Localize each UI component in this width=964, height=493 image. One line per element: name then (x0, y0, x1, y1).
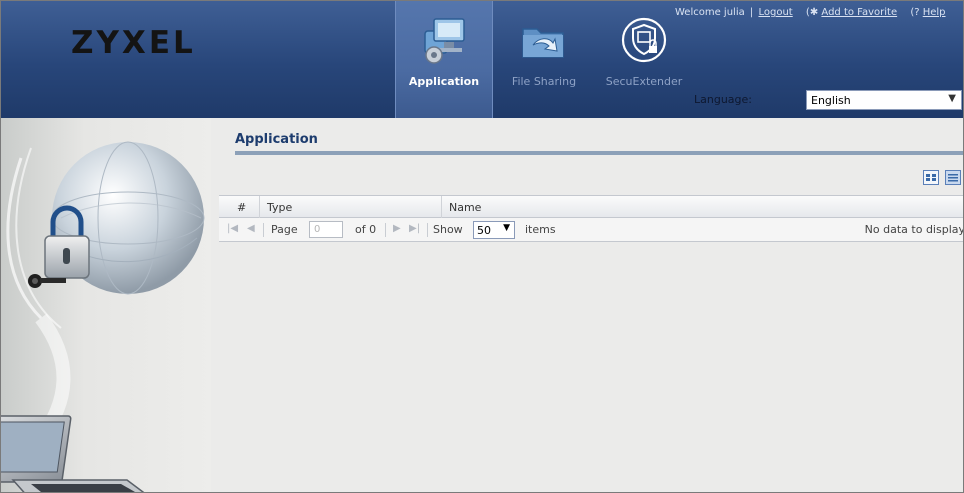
column-header-name[interactable]: Name (449, 201, 481, 214)
list-view-icon[interactable] (944, 170, 961, 185)
column-divider (259, 196, 260, 218)
column-header-number[interactable]: # (237, 201, 246, 214)
first-page-icon[interactable]: |◀ (227, 223, 238, 234)
chevron-down-icon: ▼ (948, 93, 956, 104)
language-label: Language: (694, 93, 752, 106)
show-label: Show (433, 223, 463, 236)
language-selected-value: English (811, 94, 851, 107)
zyxel-logo: ZYXEL (71, 25, 196, 61)
empty-message: No data to display (864, 223, 964, 236)
grid-view-icon[interactable] (923, 170, 939, 185)
globe-lock-laptop-illustration (1, 141, 205, 492)
add-to-favorite-link[interactable]: Add to Favorite (821, 7, 897, 18)
tab-secuextender-label: SecuExtender (605, 75, 683, 88)
view-toggle (921, 170, 961, 185)
secuextender-shield-icon (621, 17, 667, 63)
previous-page-icon[interactable]: ◀ (247, 223, 255, 234)
tab-secuextender[interactable]: SecuExtender (595, 1, 693, 118)
help-icon: (? (910, 7, 920, 18)
title-divider (235, 151, 963, 155)
tab-file-sharing[interactable]: File Sharing (495, 1, 593, 118)
language-select[interactable]: English ▼ (806, 90, 962, 110)
page-size-select[interactable]: 50 ▼ (473, 221, 515, 239)
items-label: items (525, 223, 556, 236)
tab-file-sharing-label: File Sharing (511, 75, 577, 88)
table-header: # Type Name (219, 195, 963, 218)
help-link[interactable]: Help (923, 7, 946, 18)
left-illustration-panel (1, 118, 211, 492)
link-separator: | (749, 7, 754, 18)
key-icon (40, 278, 66, 283)
tab-application-label: Application (408, 75, 480, 88)
next-page-icon[interactable]: ▶ (393, 223, 401, 234)
pager-separator (263, 223, 264, 237)
pager-separator (427, 223, 428, 237)
star-icon: ✱ (809, 7, 819, 18)
top-links: Welcome julia | Logout (✱ Add to Favorit… (675, 7, 963, 18)
page-count-label: of 0 (355, 223, 377, 236)
welcome-text: Welcome julia (675, 7, 745, 18)
app-window: ZYXEL Application File Sharing SecuExten… (0, 0, 964, 493)
pager-separator (385, 223, 386, 237)
header-bar: ZYXEL Application File Sharing SecuExten… (1, 1, 963, 118)
page-size-value: 50 (477, 224, 491, 237)
tab-application[interactable]: Application (395, 1, 493, 118)
file-sharing-icon (522, 28, 564, 58)
application-icon (424, 18, 465, 64)
last-page-icon[interactable]: ▶| (409, 223, 420, 234)
chevron-down-icon: ▼ (503, 223, 510, 233)
add-favorite-icon: (✱ (806, 7, 818, 18)
main-content: Application # Type Name |◀ ◀ Page 0 of 0… (211, 118, 964, 492)
column-header-type[interactable]: Type (267, 201, 292, 214)
logout-link[interactable]: Logout (758, 7, 792, 18)
column-divider (441, 196, 442, 218)
application-table: # Type Name |◀ ◀ Page 0 of 0 ▶ ▶| Show 5… (219, 195, 964, 242)
page-title: Application (235, 132, 318, 147)
page-number-input[interactable]: 0 (309, 221, 343, 238)
page-label: Page (271, 223, 298, 236)
pagination-bar: |◀ ◀ Page 0 of 0 ▶ ▶| Show 50 ▼ items No… (219, 218, 964, 242)
